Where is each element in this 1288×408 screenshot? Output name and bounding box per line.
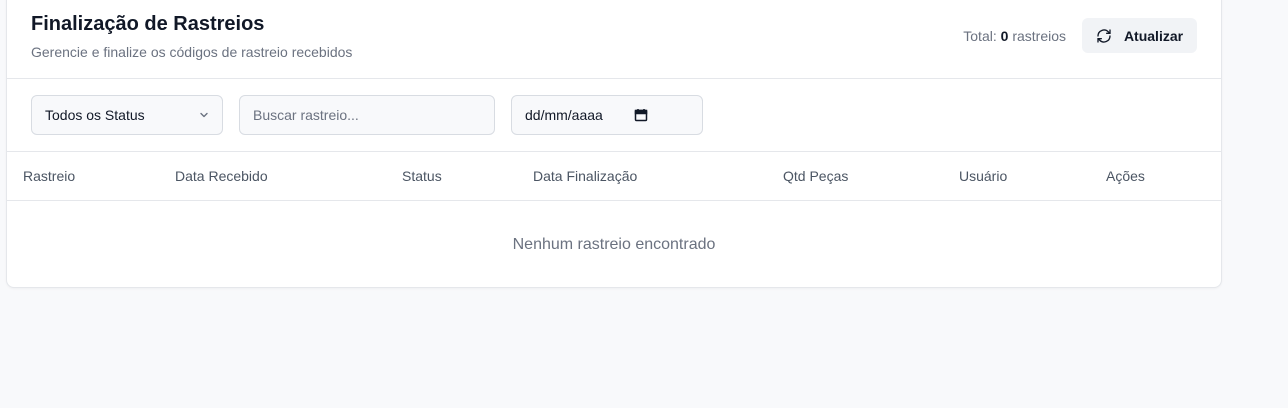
refresh-icon bbox=[1097, 28, 1111, 43]
date-placeholder: dd/mm/aaaa bbox=[525, 107, 603, 123]
total-suffix: rastreios bbox=[1012, 28, 1066, 44]
column-header-status[interactable]: Status bbox=[402, 168, 442, 184]
refresh-button[interactable]: Atualizar bbox=[1082, 18, 1197, 53]
status-select-value: Todos os Status bbox=[45, 107, 145, 123]
empty-state-message: Nenhum rastreio encontrado bbox=[512, 236, 716, 253]
column-header-data-recebido[interactable]: Data Recebido bbox=[175, 168, 268, 184]
table-header: Rastreio Data Recebido Status Data Final… bbox=[7, 152, 1221, 201]
date-filter-input[interactable]: dd/mm/aaaa bbox=[511, 95, 703, 135]
tracking-card: Finalização de Rastreios Gerencie e fina… bbox=[6, 0, 1222, 288]
page-title: Finalização de Rastreios bbox=[31, 13, 265, 35]
column-header-qtd-pecas[interactable]: Qtd Peças bbox=[783, 168, 848, 184]
page-subtitle: Gerencie e finalize os códigos de rastre… bbox=[31, 44, 353, 60]
total-label: Total: bbox=[963, 28, 997, 44]
filters-bar: Todos os Status dd/mm/aaaa bbox=[7, 79, 1221, 152]
refresh-button-label: Atualizar bbox=[1123, 27, 1184, 44]
total-count: Total: 0 rastreios bbox=[963, 28, 1066, 44]
column-header-data-finalizacao[interactable]: Data Finalização bbox=[533, 168, 637, 184]
column-header-usuario[interactable]: Usuário bbox=[959, 168, 1007, 184]
column-header-rastreio[interactable]: Rastreio bbox=[23, 168, 75, 184]
status-select[interactable]: Todos os Status bbox=[31, 95, 223, 135]
chevron-down-icon bbox=[200, 112, 208, 118]
calendar-icon[interactable] bbox=[634, 108, 648, 122]
search-input[interactable] bbox=[239, 95, 495, 135]
card-header: Finalização de Rastreios Gerencie e fina… bbox=[7, 0, 1221, 79]
total-value: 0 bbox=[1000, 28, 1009, 44]
column-header-acoes: Ações bbox=[1106, 168, 1145, 184]
